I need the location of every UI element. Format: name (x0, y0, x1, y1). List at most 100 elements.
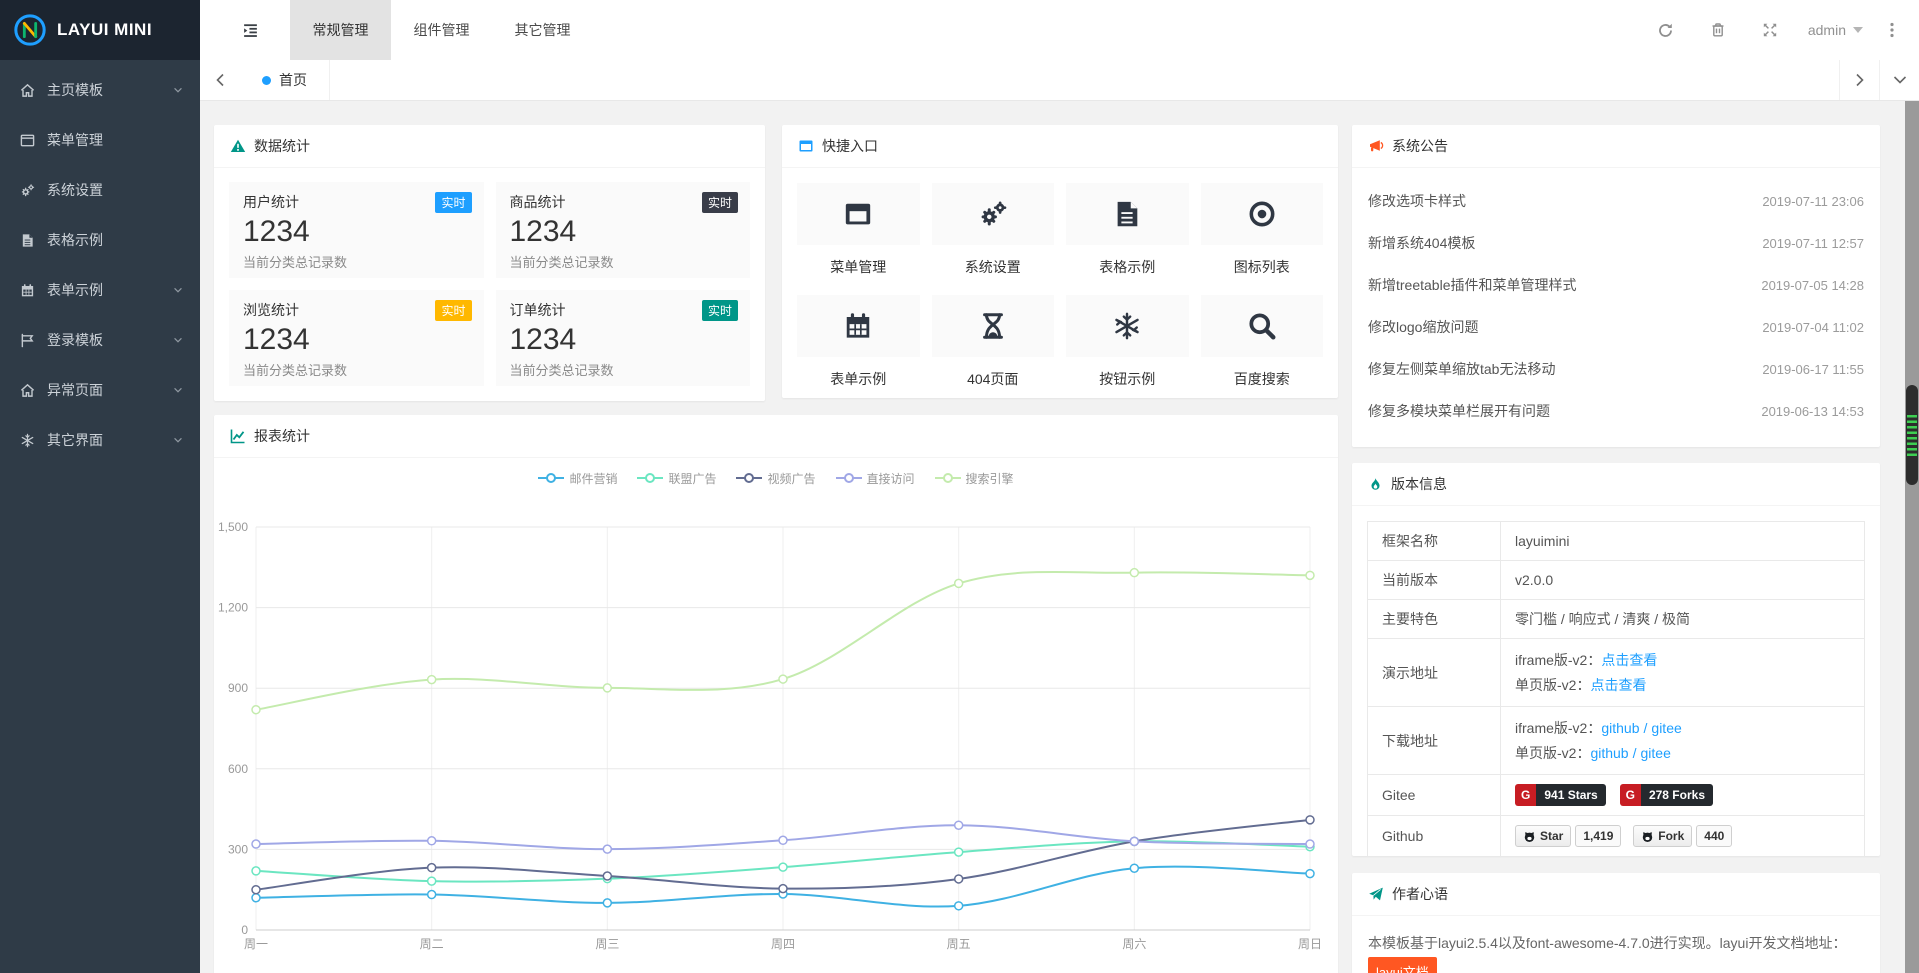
shortcut-table-example[interactable]: 表格示例 (1066, 183, 1189, 277)
shortcut-system-settings[interactable]: 系统设置 (932, 183, 1055, 277)
github-fork-button[interactable]: Fork 440 (1633, 825, 1732, 847)
tab-controls (1839, 60, 1919, 100)
shortcut-icon-list[interactable]: 图标列表 (1201, 183, 1324, 277)
status-badge: 实时 (702, 300, 738, 321)
announcement-row: 修改logo缩放问题 2019-07-04 11:02 (1368, 306, 1864, 348)
stat-card-products: 商品统计 实时 1234 当前分类总记录数 (496, 182, 751, 278)
tab-home[interactable]: 首页 (240, 60, 330, 100)
version-table: 框架名称 layuimini 当前版本 v2.0.0 主要特色 零门槛 / 响应… (1367, 521, 1865, 857)
layui-doc-badge[interactable]: layui文档 (1368, 957, 1437, 973)
svg-text:1,500: 1,500 (218, 520, 248, 534)
tab-scroll-right-icon[interactable] (1839, 60, 1879, 100)
gitee-stars-badge[interactable]: G 941 Stars (1515, 784, 1606, 806)
download-github-link[interactable]: github (1601, 720, 1639, 736)
chevron-down-icon (172, 384, 184, 396)
download-gitee-link[interactable]: gitee (1651, 720, 1681, 736)
panel-report-stats: 报表统计 邮件营销联盟广告视频广告直接访问搜索引擎 03006009001,20… (214, 415, 1338, 973)
trash-icon[interactable] (1692, 22, 1744, 38)
active-tab-dot (262, 76, 271, 85)
calendar-icon (843, 311, 873, 341)
nav-tab-components[interactable]: 组件管理 (391, 0, 492, 60)
demo-iframe-link[interactable]: 点击查看 (1601, 652, 1657, 668)
sidebar-item-system-settings[interactable]: 系统设置 (0, 165, 200, 215)
user-name: admin (1808, 22, 1846, 38)
collapse-menu-icon[interactable] (220, 0, 280, 60)
svg-text:周日: 周日 (1298, 937, 1322, 951)
stat-value: 1234 (510, 323, 737, 357)
svg-text:周五: 周五 (947, 937, 971, 951)
vertical-scrollbar[interactable] (1905, 101, 1919, 973)
sidebar-item-login-template[interactable]: 登录模板 (0, 315, 200, 365)
sidebar-item-table-example[interactable]: 表格示例 (0, 215, 200, 265)
legend-marker-icon (935, 472, 961, 484)
nav-tab-general[interactable]: 常规管理 (290, 0, 391, 60)
calendar-icon (20, 283, 44, 298)
legend-item-2[interactable]: 视频广告 (736, 470, 815, 487)
legend-item-0[interactable]: 邮件营销 (538, 470, 617, 487)
flag-icon (20, 333, 44, 348)
header-nav: 常规管理 组件管理 其它管理 (290, 0, 593, 60)
legend-item-4[interactable]: 搜索引擎 (935, 470, 1014, 487)
panel-title: 版本信息 (1391, 474, 1447, 494)
shortcut-button-example[interactable]: 按钮示例 (1066, 295, 1189, 389)
status-badge: 实时 (435, 192, 471, 213)
stat-value: 1234 (243, 215, 470, 249)
legend-item-1[interactable]: 联盟广告 (637, 470, 716, 487)
sidebar-item-error-pages[interactable]: 异常页面 (0, 365, 200, 415)
table-row: 演示地址 iframe版-v2：点击查看 单页版-v2：点击查看 (1368, 639, 1865, 707)
panel-author-words: 作者心语 本模板基于layui2.5.4以及font-awesome-4.7.0… (1352, 873, 1880, 973)
snowflake-icon (1112, 311, 1142, 341)
chevron-down-icon (172, 334, 184, 346)
gitee-forks-badge[interactable]: G 278 Forks (1620, 784, 1713, 806)
line-chart: 03006009001,2001,500周一周二周三周四周五周六周日 (214, 498, 1338, 973)
legend-marker-icon (637, 472, 663, 484)
panel-title: 数据统计 (254, 136, 310, 156)
fire-icon (1368, 477, 1383, 492)
panel-title: 作者心语 (1392, 884, 1448, 904)
logo-icon (13, 13, 47, 47)
table-row: 下载地址 iframe版-v2：github/gitee 单页版-v2：gith… (1368, 707, 1865, 775)
app-logo[interactable]: LAYUI MINI (0, 0, 200, 60)
announcement-row: 新增系统404模板 2019-07-11 12:57 (1368, 222, 1864, 264)
table-row: Github Star 1,419 Fork 440 (1368, 816, 1865, 857)
stat-card-orders: 订单统计 实时 1234 当前分类总记录数 (496, 290, 751, 386)
demo-onepage-link[interactable]: 点击查看 (1590, 677, 1646, 693)
announcement-row: 修改选项卡样式 2019-07-11 23:06 (1368, 180, 1864, 222)
tab-menu-dropdown-icon[interactable] (1879, 60, 1919, 100)
app-title: LAYUI MINI (57, 20, 152, 40)
shortcut-menu-management[interactable]: 菜单管理 (797, 183, 920, 277)
shortcut-form-example[interactable]: 表单示例 (797, 295, 920, 389)
more-options-icon[interactable] (1875, 22, 1909, 38)
legend-item-3[interactable]: 直接访问 (836, 470, 915, 487)
download-github-link[interactable]: github (1590, 745, 1628, 761)
table-row: Gitee G 941 Stars G 278 Forks (1368, 775, 1865, 816)
scrollbar-thumb[interactable] (1906, 385, 1918, 485)
fullscreen-icon[interactable] (1744, 22, 1796, 38)
chevron-down-icon (172, 284, 184, 296)
announcement-row: 修复多模块菜单栏展开有问题 2019-06-13 14:53 (1368, 390, 1864, 432)
panel-version-info: 版本信息 框架名称 layuimini 当前版本 v2.0.0 主要特色 零门槛… (1352, 463, 1880, 856)
download-gitee-link[interactable]: gitee (1641, 745, 1671, 761)
sidebar-item-other-ui[interactable]: 其它界面 (0, 415, 200, 465)
github-star-button[interactable]: Star 1,419 (1515, 825, 1621, 847)
caret-down-icon (1853, 27, 1863, 33)
shortcut-404-page[interactable]: 404页面 (932, 295, 1055, 389)
svg-text:周一: 周一 (244, 937, 268, 951)
svg-text:周三: 周三 (595, 937, 619, 951)
window-icon (843, 199, 873, 229)
sidebar-item-menu-management[interactable]: 菜单管理 (0, 115, 200, 165)
page-tabbar: 首页 (200, 60, 1919, 101)
sidebar-item-home-template[interactable]: 主页模板 (0, 65, 200, 115)
top-header: 常规管理 组件管理 其它管理 admin (200, 0, 1919, 60)
warning-triangle-icon (230, 138, 246, 154)
nav-tab-other[interactable]: 其它管理 (492, 0, 593, 60)
github-icon (1523, 830, 1536, 843)
user-menu[interactable]: admin (1796, 22, 1875, 38)
refresh-icon[interactable] (1640, 22, 1692, 39)
scrollbar-stripes (1907, 415, 1917, 459)
file-icon (20, 233, 44, 248)
sidebar-item-form-example[interactable]: 表单示例 (0, 265, 200, 315)
legend-marker-icon (736, 472, 762, 484)
shortcut-baidu-search[interactable]: 百度搜索 (1201, 295, 1324, 389)
tab-scroll-left-icon[interactable] (200, 60, 241, 100)
